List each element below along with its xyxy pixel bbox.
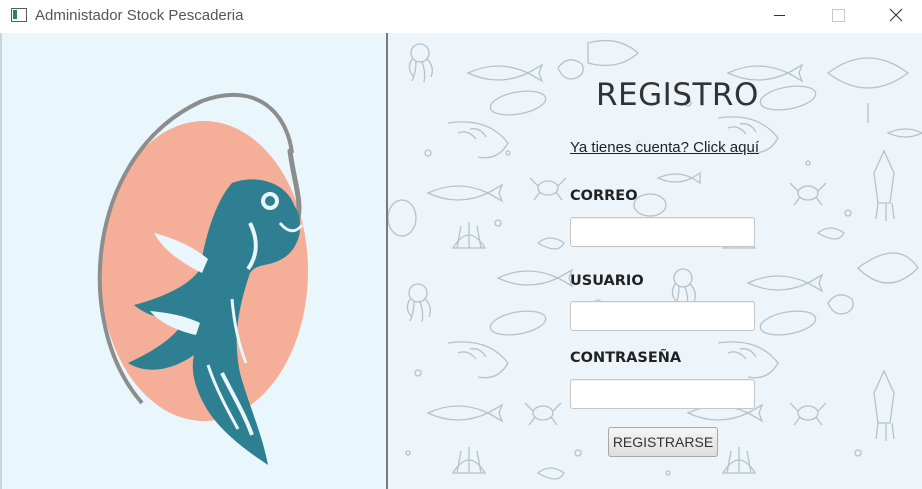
form-title: REGISTRO — [596, 77, 759, 113]
email-label: CORREO — [570, 188, 638, 204]
close-button[interactable] — [873, 0, 919, 31]
password-label: CONTRASEÑA — [570, 350, 682, 366]
maximize-button[interactable] — [815, 0, 861, 31]
register-button[interactable]: REGISTRARSE — [608, 427, 718, 457]
close-icon — [889, 8, 903, 22]
password-field[interactable] — [570, 379, 755, 409]
register-panel: REGISTRO Ya tienes cuenta? Click aquí CO… — [386, 33, 922, 489]
logo-panel — [0, 33, 386, 489]
window-titlebar: Administador Stock Pescaderia — [0, 0, 922, 33]
login-link[interactable]: Ya tienes cuenta? Click aquí — [570, 139, 760, 156]
app-window-icon — [11, 8, 27, 22]
minimize-button[interactable] — [761, 0, 807, 31]
email-field[interactable] — [570, 217, 755, 247]
username-label: USUARIO — [570, 273, 644, 289]
fish-on-hook-logo — [97, 93, 308, 465]
username-field[interactable] — [570, 301, 755, 331]
window-title: Administador Stock Pescaderia — [35, 7, 244, 24]
